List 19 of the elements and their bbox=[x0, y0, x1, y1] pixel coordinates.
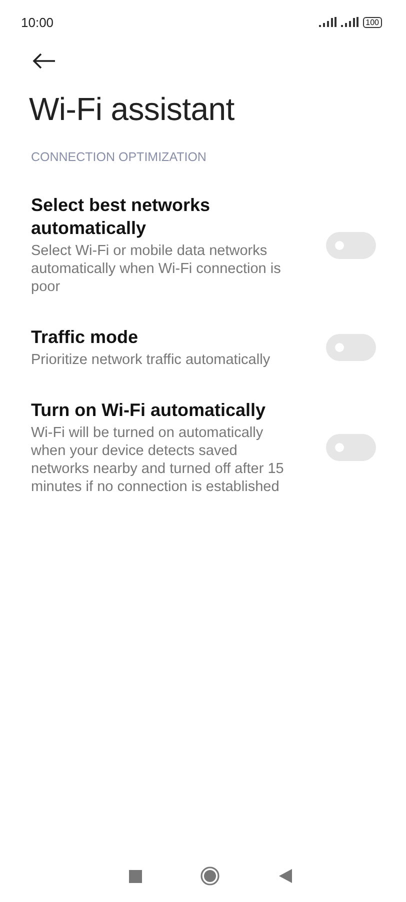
back-arrow-icon[interactable] bbox=[32, 53, 56, 69]
setting-title: Traffic mode bbox=[31, 326, 140, 349]
signal-icon bbox=[340, 17, 359, 27]
section-header: CONNECTION OPTIMIZATION bbox=[31, 150, 208, 164]
page-title: Wi-Fi assistant bbox=[29, 91, 236, 128]
battery-level: 100 bbox=[362, 16, 382, 28]
status-time: 10:00 bbox=[21, 14, 54, 30]
setting-description: Wi-Fi will be turned on automatically when your device detects saved networks nearby and turned off after 15 minutes if no connection is established bbox=[31, 424, 285, 496]
setting-description: Select Wi-Fi or mobile data networks automatically when Wi-Fi connection is poor bbox=[31, 242, 282, 296]
home-icon[interactable] bbox=[200, 866, 220, 886]
back-icon[interactable] bbox=[278, 869, 292, 883]
signal-icon bbox=[318, 17, 337, 27]
setting-title: Turn on Wi-Fi automatically bbox=[31, 399, 267, 422]
toggle-switch[interactable] bbox=[326, 434, 376, 461]
setting-description: Prioritize network traffic automatically bbox=[31, 351, 272, 369]
toggle-switch[interactable] bbox=[326, 232, 376, 258]
setting-title: Select best networks automatically bbox=[31, 194, 212, 240]
recents-icon[interactable] bbox=[129, 870, 142, 882]
toggle-switch[interactable] bbox=[326, 334, 376, 361]
